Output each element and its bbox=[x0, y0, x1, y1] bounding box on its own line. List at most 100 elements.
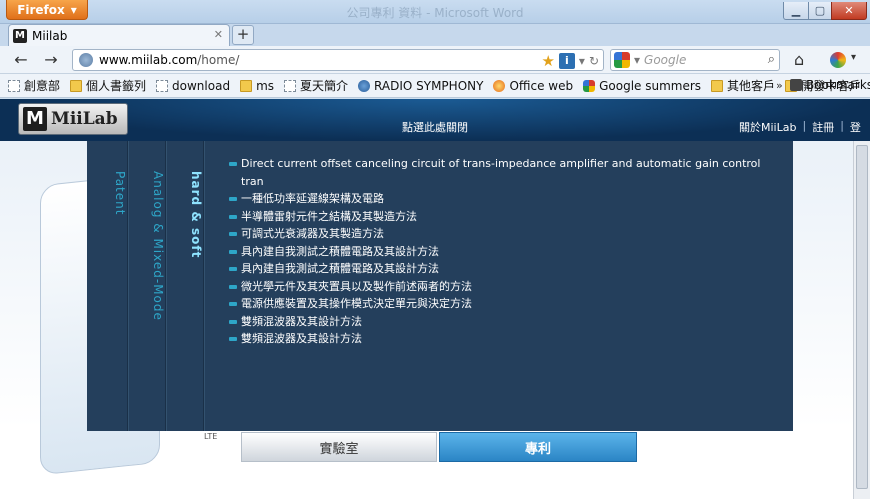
addon-dropdown-icon[interactable]: ▾ bbox=[851, 52, 856, 63]
device-label: LTE bbox=[204, 432, 218, 441]
divider bbox=[128, 141, 129, 431]
patent-title: 一種低功率延遲線架構及電路 bbox=[241, 192, 384, 205]
bookmark-item[interactable]: Google summers bbox=[583, 79, 701, 93]
bullet-icon bbox=[229, 214, 237, 219]
list-item[interactable]: 具內建自我測試之積體電路及其設計方法 bbox=[229, 243, 779, 261]
site-identity-icon[interactable] bbox=[79, 53, 93, 67]
page-icon bbox=[156, 79, 169, 92]
bookmark-label: RADIO SYMPHONY bbox=[374, 78, 484, 93]
list-item[interactable]: 半導體雷射元件之結構及其製造方法 bbox=[229, 208, 779, 226]
addon-icon[interactable] bbox=[830, 52, 846, 68]
bookmark-label: 個人書籤列 bbox=[86, 79, 147, 93]
patent-title: 半導體雷射元件之結構及其製造方法 bbox=[241, 209, 417, 223]
scrollbar-thumb[interactable] bbox=[856, 145, 868, 489]
reload-icon[interactable]: ↻ bbox=[589, 54, 599, 68]
bookmark-item[interactable]: RADIO SYMPHONY bbox=[358, 79, 483, 93]
bullet-icon bbox=[229, 267, 237, 271]
bookmark-item[interactable]: 夏天簡介 bbox=[284, 77, 348, 94]
bookmark-label: Office web bbox=[509, 78, 574, 93]
logo-text: MiiLab bbox=[51, 109, 118, 129]
google-engine-icon[interactable] bbox=[614, 52, 630, 68]
site-logo[interactable]: M MiiLab bbox=[18, 103, 128, 135]
tab-patents[interactable]: 專利 bbox=[439, 432, 637, 462]
maximize-button[interactable]: ▢ bbox=[808, 2, 832, 20]
about-link[interactable]: 關於MiiLab bbox=[739, 119, 796, 135]
bookmarks-menu-button[interactable]: Bookmarks bbox=[790, 78, 870, 92]
list-item[interactable]: Direct current offset canceling circuit … bbox=[229, 155, 779, 190]
info-icon[interactable]: i bbox=[558, 53, 575, 69]
forward-button[interactable]: → bbox=[40, 50, 62, 70]
search-bar[interactable]: ▾ Google ⌕ bbox=[610, 49, 780, 71]
search-icon[interactable]: ⌕ bbox=[768, 52, 775, 67]
bookmarks-icon bbox=[790, 79, 802, 91]
bookmark-label: 夏天簡介 bbox=[300, 79, 349, 93]
patent-list: Direct current offset canceling circuit … bbox=[229, 155, 779, 348]
bookmarks-overflow-icon[interactable]: » bbox=[776, 79, 783, 92]
search-placeholder: Google bbox=[644, 53, 687, 67]
bookmark-item[interactable]: 個人書籤列 bbox=[70, 77, 146, 94]
url-bar[interactable]: www.miilab.com/home/ ★ i ▾ ↻ bbox=[72, 49, 604, 71]
web-page: M MiiLab 點選此處關閉 關於MiiLab | 註冊 | 登 LTE Pa… bbox=[0, 99, 870, 499]
vertical-scrollbar[interactable] bbox=[853, 141, 870, 499]
patent-title: 雙頻混波器及其設計方法 bbox=[241, 314, 362, 328]
list-item[interactable]: 具內建自我測試之積體電路及其設計方法 bbox=[229, 260, 779, 278]
tab-laboratory[interactable]: 實驗室 bbox=[241, 432, 437, 462]
site-header: M MiiLab 點選此處關閉 關於MiiLab | 註冊 | 登 bbox=[0, 99, 870, 141]
bookmark-label: 創意部 bbox=[24, 79, 61, 93]
globe-icon bbox=[358, 79, 371, 92]
bookmark-star-icon[interactable]: ★ bbox=[541, 52, 554, 70]
bullet-icon bbox=[229, 197, 237, 201]
dropdown-arrow-icon[interactable]: ▾ bbox=[579, 54, 585, 68]
patent-title: 微光學元件及其夾置具以及製作前述兩者的方法 bbox=[241, 279, 472, 293]
url-path: /home/ bbox=[197, 53, 240, 67]
bookmark-item[interactable]: ms bbox=[240, 79, 274, 93]
tab-strip: M Miilab ✕ + bbox=[0, 24, 870, 46]
page-icon bbox=[8, 79, 20, 92]
browser-tab[interactable]: M Miilab ✕ bbox=[8, 24, 230, 46]
list-item[interactable]: 雙頻混波器及其設計方法 bbox=[229, 313, 779, 331]
url-actions: ★ i ▾ ↻ bbox=[541, 52, 599, 70]
window-title: 公司專利 資料 - Microsoft Word bbox=[346, 6, 524, 20]
minimize-button[interactable]: ▁ bbox=[783, 2, 809, 20]
patent-title: 電源供應裝置及其操作模式決定單元與決定方法 bbox=[241, 297, 472, 310]
patent-title: 可調式光衰減器及其製造方法 bbox=[241, 227, 384, 240]
patent-title: 具內建自我測試之積體電路及其設計方法 bbox=[241, 262, 439, 275]
list-item[interactable]: 可調式光衰減器及其製造方法 bbox=[229, 225, 779, 243]
home-icon[interactable]: ⌂ bbox=[794, 50, 804, 69]
bookmark-item[interactable]: download bbox=[156, 79, 230, 93]
list-item[interactable]: 雙頻混波器及其設計方法 bbox=[229, 330, 779, 348]
close-panel-link[interactable]: 點選此處關閉 bbox=[402, 119, 468, 135]
tab-hard-soft[interactable]: hard & soft bbox=[177, 171, 203, 411]
new-tab-button[interactable]: + bbox=[232, 25, 254, 45]
bookmark-item[interactable]: 其他客戶 bbox=[711, 77, 775, 94]
divider bbox=[166, 141, 167, 431]
window-titlebar: Firefox ▾ 公司專利 資料 - Microsoft Word ▁ ▢ ✕ bbox=[0, 0, 870, 24]
folder-icon bbox=[70, 79, 83, 92]
bookmark-label: download bbox=[172, 78, 231, 93]
divider bbox=[204, 141, 205, 431]
office-icon bbox=[493, 79, 506, 92]
section-tabs: 實驗室 專利 bbox=[241, 432, 639, 462]
login-link[interactable]: 登 bbox=[850, 119, 861, 135]
folder-icon bbox=[711, 79, 724, 92]
register-link[interactable]: 註冊 bbox=[812, 119, 834, 135]
list-item[interactable]: 電源供應裝置及其操作模式決定單元與決定方法 bbox=[229, 295, 779, 313]
list-item[interactable]: 一種低功率延遲線架構及電路 bbox=[229, 190, 779, 208]
bookmark-item[interactable]: 創意部 bbox=[8, 77, 60, 94]
url-text: www.miilab.com/home/ bbox=[99, 53, 239, 67]
close-window-button[interactable]: ✕ bbox=[831, 2, 867, 20]
engine-dropdown-icon[interactable]: ▾ bbox=[634, 53, 640, 67]
bookmark-item[interactable]: Office web bbox=[493, 79, 573, 93]
tab-title: Miilab bbox=[32, 28, 68, 43]
back-button[interactable]: ← bbox=[10, 50, 32, 70]
bookmarks-menu-label: Bookmarks bbox=[806, 78, 870, 92]
patent-panel: Patent Analog & Mixed-Mode hard & soft D… bbox=[87, 141, 793, 431]
divider: | bbox=[802, 119, 807, 132]
tab-patent[interactable]: Patent bbox=[101, 171, 127, 411]
patent-title: Direct current offset canceling circuit … bbox=[241, 157, 761, 188]
list-item[interactable]: 微光學元件及其夾置具以及製作前述兩者的方法 bbox=[229, 278, 779, 296]
close-tab-icon[interactable]: ✕ bbox=[214, 28, 223, 41]
bookmark-label: ms bbox=[256, 78, 275, 93]
tab-analog-mixed-mode[interactable]: Analog & Mixed-Mode bbox=[139, 171, 165, 411]
bookmarks-toolbar: 創意部 個人書籤列 download ms 夏天簡介 RADIO SYMPHON… bbox=[0, 74, 870, 98]
